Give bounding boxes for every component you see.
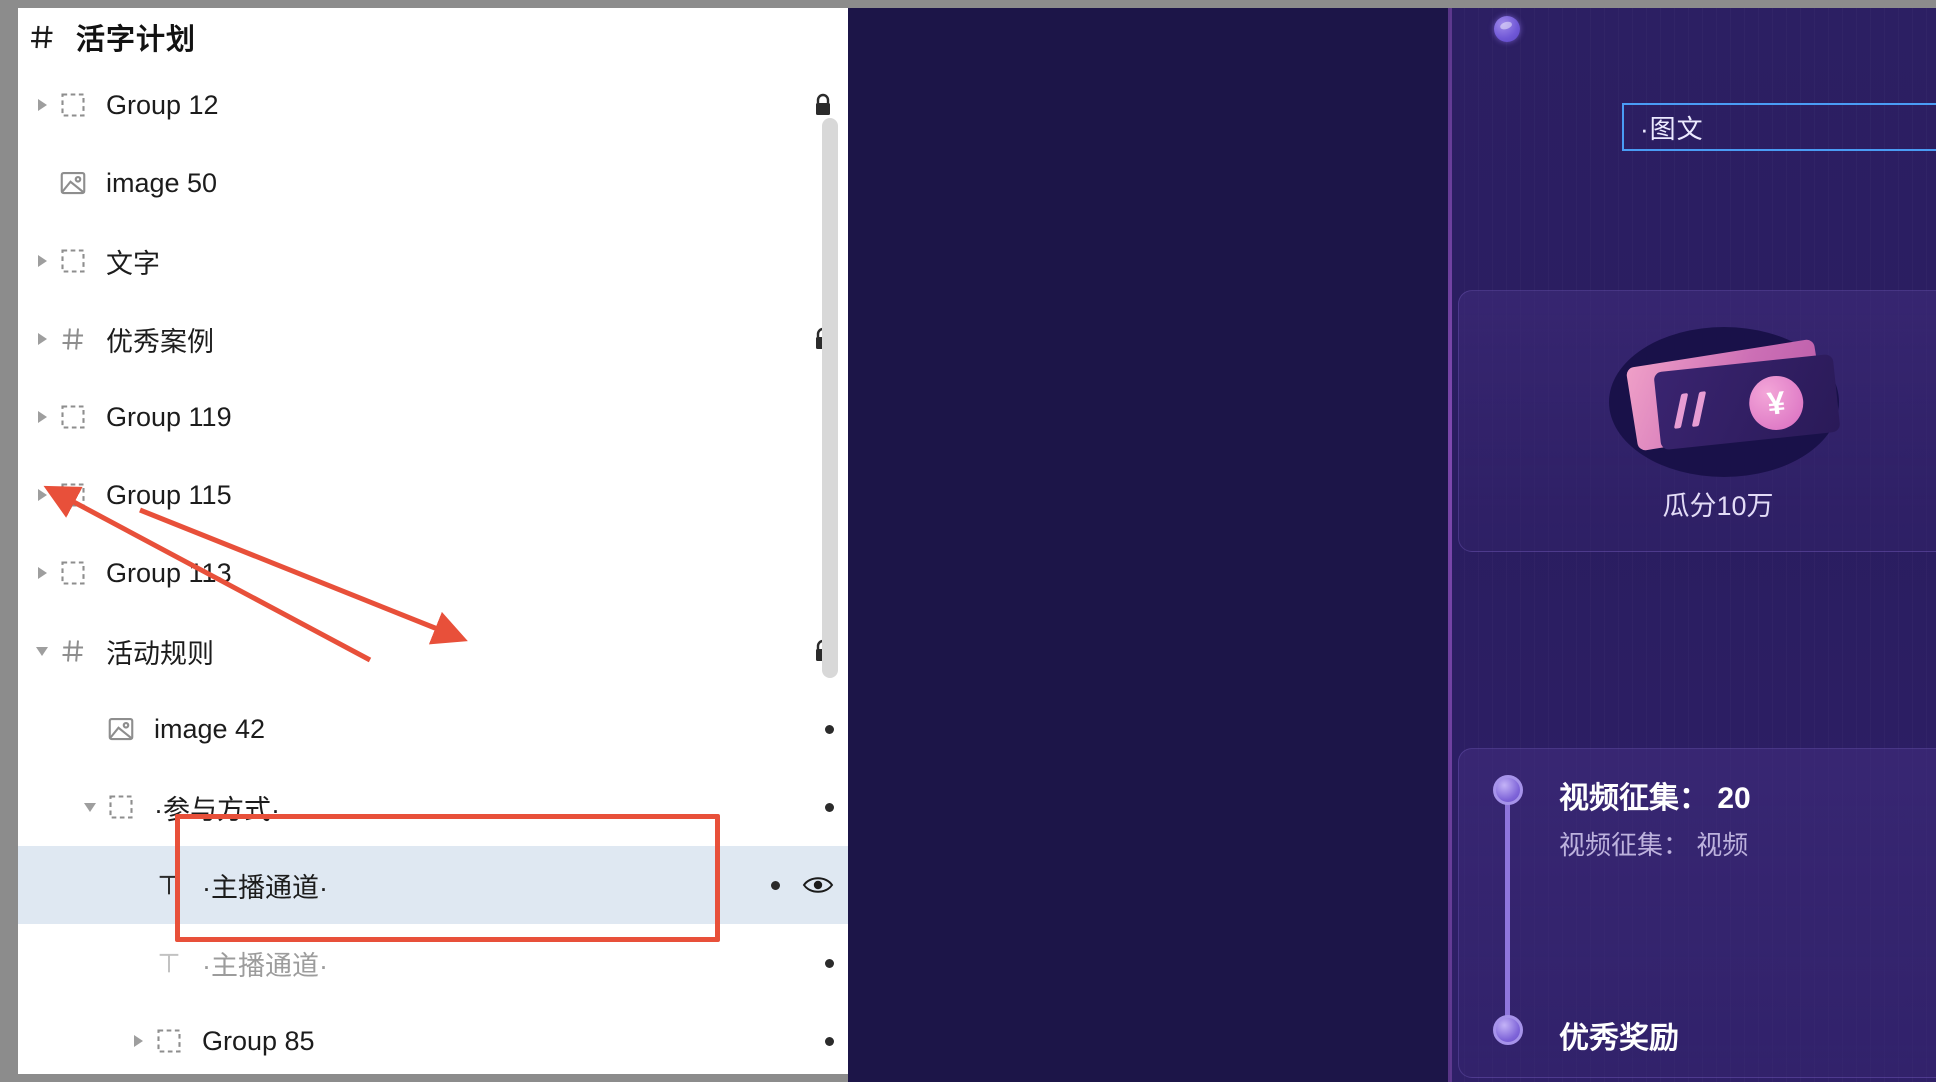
layer-row-controls: [704, 958, 834, 968]
layer-row-label: 活动规则: [106, 638, 214, 669]
timeline-node-2: [1493, 1015, 1523, 1045]
layer-row[interactable]: Group 12: [18, 66, 848, 144]
hash-icon: [28, 23, 56, 51]
ticket-slash-2: [1691, 391, 1707, 427]
layer-row[interactable]: Group 113: [18, 534, 848, 612]
timeline-node-1: [1493, 775, 1523, 805]
image-icon: [104, 712, 138, 746]
group-icon: [56, 556, 90, 590]
layer-row[interactable]: 活动规则: [18, 612, 848, 690]
app-root: 活字计划 Group 12 image 50 文字优秀案例 Group 119 Grou…: [0, 0, 1936, 1082]
card-caption: 瓜分10万: [1662, 491, 1774, 521]
layer-row[interactable]: image 42: [18, 690, 848, 768]
layer-row-controls: [704, 326, 834, 352]
bullet-dot-icon: [771, 880, 780, 890]
chevron-right-icon[interactable]: [28, 489, 56, 501]
layer-row-controls: [704, 1036, 834, 1046]
canvas-backdrop: [848, 8, 1450, 1082]
layer-row-controls: [704, 802, 834, 812]
canvas-card-prize[interactable]: ¥ 瓜分10万: [1458, 290, 1936, 552]
hash-icon: [56, 322, 90, 356]
layer-row-controls: [704, 92, 834, 118]
group-icon: [152, 1024, 186, 1058]
layer-row-label: ·主播通道·: [202, 950, 328, 981]
artboard-left-edge: [1448, 8, 1452, 1082]
layer-row-controls: [704, 724, 834, 734]
chevron-right-icon[interactable]: [28, 411, 56, 423]
layer-row-label: Group 12: [106, 89, 219, 120]
layer-row-controls: [704, 638, 834, 664]
panel-header: 活字计划: [18, 8, 848, 66]
chevron-right-icon[interactable]: [124, 1035, 152, 1047]
bullet-dot-icon: [825, 802, 834, 812]
group-icon: [56, 88, 90, 122]
timeline-title-2: 优秀奖励: [1559, 1022, 1679, 1055]
chevron-down-icon[interactable]: [28, 646, 56, 656]
chevron-right-icon[interactable]: [28, 333, 56, 345]
purple-orb-decoration: [1494, 16, 1520, 42]
ticket-slash-1: [1673, 393, 1689, 429]
layer-row-label: image 42: [154, 713, 266, 744]
chevron-right-icon[interactable]: [28, 99, 56, 111]
chevron-right-icon[interactable]: [28, 567, 56, 579]
eye-icon[interactable]: [802, 874, 834, 896]
layer-row-label: Group 115: [106, 479, 232, 510]
layer-row[interactable]: 文字: [18, 222, 848, 300]
canvas-text-element[interactable]: ·图文: [1622, 103, 1936, 151]
canvas-text-label: ·图文: [1640, 113, 1704, 144]
group-icon: [56, 244, 90, 278]
layer-row-label: 优秀案例: [106, 326, 214, 357]
layer-row[interactable]: 优秀案例: [18, 300, 848, 378]
group-icon: [56, 478, 90, 512]
layer-row-label: Group 85: [202, 1025, 315, 1056]
canvas-card-timeline[interactable]: 视频征集： 20 视频征集： 视频 优秀奖励: [1458, 748, 1936, 1078]
chevron-down-icon[interactable]: [76, 802, 104, 812]
timeline-title-1: 视频征集： 20: [1559, 782, 1751, 815]
hash-icon: [56, 634, 90, 668]
layer-row[interactable]: Group 115: [18, 456, 848, 534]
layer-row[interactable]: Group 119: [18, 378, 848, 456]
lock-icon[interactable]: [812, 92, 834, 118]
bullet-dot-icon: [825, 724, 834, 734]
image-icon: [56, 166, 90, 200]
bullet-dot-icon: [825, 1036, 834, 1046]
group-icon: [104, 790, 138, 824]
chevron-right-icon[interactable]: [28, 255, 56, 267]
layer-row[interactable]: image 50: [18, 144, 848, 222]
page-title: 活字计划: [76, 24, 197, 56]
bullet-dot-icon: [825, 958, 834, 968]
text-icon: [152, 946, 186, 980]
timeline-subtitle-1: 视频征集： 视频: [1559, 830, 1749, 860]
layer-row-controls: [704, 874, 834, 896]
yen-coin-icon: ¥: [1746, 373, 1806, 433]
timeline-connector: [1505, 789, 1510, 1029]
panel-scrollbar[interactable]: [822, 118, 838, 678]
layer-row[interactable]: Group 85: [18, 1002, 848, 1074]
group-icon: [56, 400, 90, 434]
annotation-highlight-box: [175, 814, 720, 942]
layer-row-label: Group 113: [106, 557, 232, 588]
layer-row-label: 文字: [106, 248, 160, 279]
layer-row-label: Group 119: [106, 401, 232, 432]
layer-row-label: image 50: [106, 167, 218, 198]
